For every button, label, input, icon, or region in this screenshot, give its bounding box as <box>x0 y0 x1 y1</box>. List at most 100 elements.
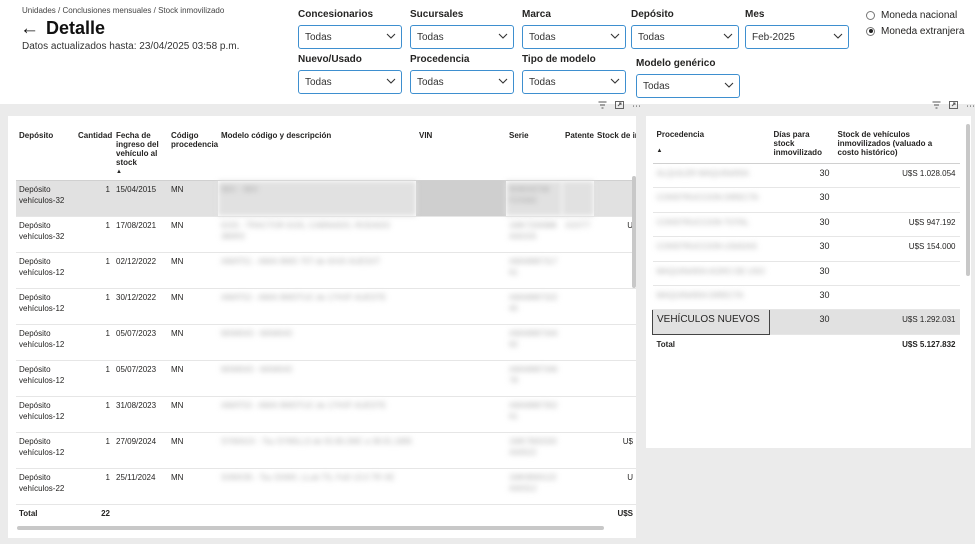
table-row[interactable]: CONSTRUCCION DIRECTA 30 <box>652 187 960 213</box>
radio-moneda-nacional[interactable]: Moneda nacional <box>866 7 964 23</box>
radio-moneda-extranjera[interactable]: Moneda extranjera <box>866 23 964 39</box>
cell-deposito: Depósito vehículos-32 <box>16 216 75 253</box>
chevron-down-icon <box>723 33 733 42</box>
col-header-deposito[interactable]: Depósito <box>16 128 75 181</box>
nuevo-usado-dropdown[interactable]: Todas <box>298 70 402 94</box>
cell-codigo: MN <box>168 180 218 217</box>
cell-procedencia: CONSTRUCCION TOTAL <box>652 212 770 238</box>
col-header-procedencia[interactable]: Procedencia ▲ <box>652 124 770 164</box>
more-options-icon[interactable]: ⋯ <box>966 101 975 112</box>
col-header-patente[interactable]: Patente <box>562 128 594 181</box>
cell-vin <box>416 432 506 469</box>
deposito-dropdown[interactable]: Todas <box>631 25 739 49</box>
col-header-cantidad[interactable]: Cantidad <box>75 128 113 181</box>
sucursales-dropdown[interactable]: Todas <box>410 25 514 49</box>
breadcrumb[interactable]: Unidades / Conclusiones mensuales / Stoc… <box>22 6 224 15</box>
cell-vin <box>416 216 506 253</box>
total-stock: U$S 5.127.832 <box>902 339 956 349</box>
table-row[interactable]: Depósito vehículos-12 1 27/09/2024 MN SY… <box>16 432 636 469</box>
table-row[interactable]: Depósito vehículos-12 1 05/07/2023 MN MA… <box>16 360 636 397</box>
mes-dropdown[interactable]: Feb-2025 <box>745 25 849 49</box>
table-row-selected[interactable]: VEHÍCULOS NUEVOS 30 U$S 1.292.031 <box>652 309 960 335</box>
right-visual-toolbar: ⋯ <box>932 101 975 112</box>
filter-procedencia: Procedencia Todas <box>410 53 514 94</box>
cell-deposito: Depósito vehículos-12 <box>16 432 75 469</box>
cell-patente <box>562 360 594 397</box>
vertical-scrollbar[interactable] <box>966 124 970 276</box>
filter-label: Procedencia <box>410 54 470 65</box>
filter-label: Tipo de modelo <box>522 54 596 65</box>
horizontal-scrollbar[interactable] <box>17 526 604 530</box>
cell-stock: U <box>594 468 636 505</box>
table-row[interactable]: CONSTRUCCION TOTAL 30 U$S 947.192 <box>652 212 960 238</box>
col-header-stock[interactable]: Stock de vehículos inmovilizados (valuad… <box>833 124 960 164</box>
cell-deposito: Depósito vehículos-12 <box>16 360 75 397</box>
cell-codigo: MN <box>168 252 218 289</box>
cell-cantidad: 1 <box>75 396 113 433</box>
table-row[interactable]: Depósito vehículos-12 1 02/12/2022 MN AM… <box>16 252 636 289</box>
filter-icon[interactable] <box>932 101 941 112</box>
table-row[interactable]: Depósito vehículos-12 1 05/07/2023 MN MA… <box>16 324 636 361</box>
filter-sucursales: Sucursales Todas <box>410 8 514 49</box>
vertical-scrollbar[interactable] <box>632 176 636 288</box>
cell-serie: AMA8987352 61 <box>506 396 562 433</box>
cell-codigo: MN <box>168 360 218 397</box>
col-header-vin[interactable]: VIN <box>416 128 506 181</box>
table-row[interactable]: Depósito vehículos-12 1 31/08/2023 MN AM… <box>16 396 636 433</box>
cell-cantidad: 1 <box>75 360 113 397</box>
table-row[interactable]: ALQUILER MAQUINARIA 30 U$S 1.028.054 <box>652 163 960 189</box>
col-header-serie[interactable]: Serie <box>506 128 562 181</box>
cell-fecha: 05/07/2023 <box>113 360 168 397</box>
filter-marca: Marca Todas <box>522 8 626 49</box>
cell-patente <box>562 324 594 361</box>
concesionarios-dropdown[interactable]: Todas <box>298 25 402 49</box>
cell-dias: 30 <box>769 163 834 189</box>
chevron-down-icon <box>498 78 508 87</box>
col-header-codigo[interactable]: Código procedencia <box>168 128 218 181</box>
dropdown-value: Todas <box>305 76 332 88</box>
data-updated-text: Datos actualizados hasta: 23/04/2025 03:… <box>22 41 240 52</box>
table-row[interactable]: Depósito vehículos-12 1 30/12/2022 MN AM… <box>16 288 636 325</box>
modelo-generico-dropdown[interactable]: Todas <box>636 74 740 98</box>
dropdown-value: Todas <box>417 31 444 43</box>
table-row[interactable]: Depósito vehículos-32 1 17/08/2021 MN 61… <box>16 216 636 253</box>
marca-dropdown[interactable]: Todas <box>522 25 626 49</box>
cell-procedencia: CONSTRUCCION DIRECTA <box>652 187 770 213</box>
cell-procedencia: MAQUINARIA DIRECTA <box>652 285 770 311</box>
focus-mode-icon[interactable] <box>949 101 958 112</box>
cell-procedencia: MAQUINARIA AGRO DE USO <box>652 261 770 286</box>
sort-ascending-icon: ▲ <box>116 169 122 175</box>
cell-procedencia: ALQUILER MAQUINARIA <box>652 163 770 189</box>
procedencia-table: Procedencia ▲ Días para stock inmovilizad… <box>652 124 960 359</box>
cell-fecha: 31/08/2023 <box>113 396 168 433</box>
table-row[interactable]: Depósito vehículos-32 1 15/04/2015 MN 9B… <box>16 180 636 217</box>
cell-modelo: MAM043 - MAM043 <box>218 360 416 397</box>
col-header-stock[interactable]: Stock de inmovilizado (valuado histórico… <box>594 128 636 181</box>
cell-stock: U$S 947.192 <box>833 212 960 238</box>
cell-fecha: 30/12/2022 <box>113 288 168 325</box>
filter-icon[interactable] <box>598 101 607 112</box>
chevron-down-icon <box>386 78 396 87</box>
table-row[interactable]: MAQUINARIA DIRECTA 30 <box>652 285 960 311</box>
table-row[interactable]: CONSTRUCCION USADAS 30 U$S 154.000 <box>652 236 960 262</box>
cell-codigo: MN <box>168 468 218 505</box>
back-arrow-icon[interactable]: ← <box>20 18 39 39</box>
col-header-modelo[interactable]: Modelo código y descripción <box>218 128 416 181</box>
cell-stock <box>594 180 636 217</box>
table-row[interactable]: MAQUINARIA AGRO DE USO 30 <box>652 261 960 286</box>
procedencia-dropdown[interactable]: Todas <box>410 70 514 94</box>
more-options-icon[interactable]: ⋯ <box>632 101 641 112</box>
filter-deposito: Depósito Todas <box>631 8 739 49</box>
focus-mode-icon[interactable] <box>615 101 624 112</box>
cell-cantidad: 1 <box>75 468 113 505</box>
cell-modelo: MAM043 - MAM043 <box>218 324 416 361</box>
filter-mes: Mes Feb-2025 <box>745 8 849 49</box>
dropdown-value: Todas <box>529 31 556 43</box>
cell-modelo: AMAT53 - AMAI 8WDTUC de 17HVF AUESTE <box>218 396 416 433</box>
tipo-modelo-dropdown[interactable]: Todas <box>522 70 626 94</box>
col-header-dias[interactable]: Días para stock inmovilizado <box>769 124 834 164</box>
cell-patente <box>562 468 594 505</box>
table-row[interactable]: Depósito vehículos-22 1 25/11/2024 MN SX… <box>16 468 636 505</box>
cell-dias: 30 <box>769 285 834 311</box>
col-header-fecha[interactable]: Fecha de ingreso del vehículo al stock ▲ <box>113 128 168 181</box>
